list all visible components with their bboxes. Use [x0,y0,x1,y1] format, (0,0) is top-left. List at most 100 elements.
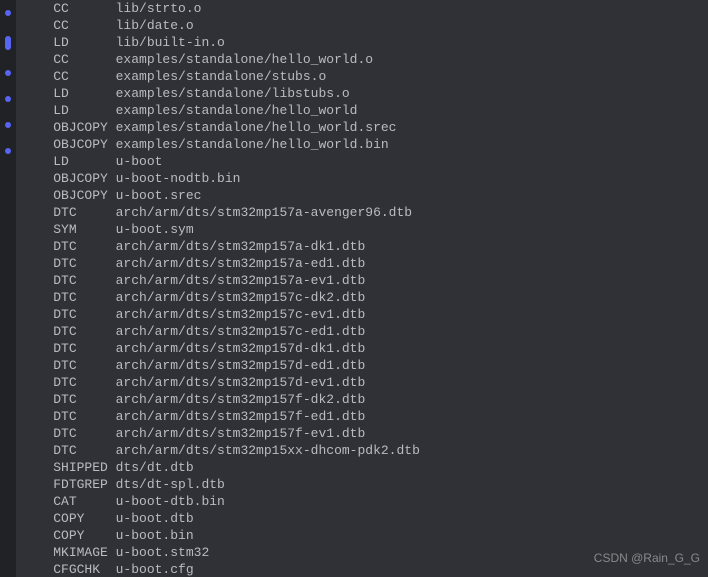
build-command: DTC [38,426,108,441]
build-command: DTC [38,205,108,220]
build-command: DTC [38,307,108,322]
build-output-line: DTC arch/arm/dts/stm32mp157a-avenger96.d… [22,204,708,221]
build-command: LD [38,86,108,101]
build-command: LD [38,154,108,169]
build-output-line: DTC arch/arm/dts/stm32mp157c-ed1.dtb [22,323,708,340]
build-command: CC [38,1,108,16]
build-file: arch/arm/dts/stm32mp15xx-dhcom-pdk2.dtb [108,443,420,458]
build-file: u-boot.stm32 [108,545,209,560]
build-file: lib/strto.o [108,1,202,16]
build-output-line: COPY u-boot.bin [22,527,708,544]
build-output-line: LD examples/standalone/libstubs.o [22,85,708,102]
build-output-line: CC examples/standalone/hello_world.o [22,51,708,68]
build-output-line: DTC arch/arm/dts/stm32mp157d-dk1.dtb [22,340,708,357]
build-file: arch/arm/dts/stm32mp157f-ev1.dtb [108,426,365,441]
build-file: arch/arm/dts/stm32mp157a-avenger96.dtb [108,205,412,220]
build-output-line: DTC arch/arm/dts/stm32mp157a-ed1.dtb [22,255,708,272]
build-output-line: DTC arch/arm/dts/stm32mp15xx-dhcom-pdk2.… [22,442,708,459]
build-command: COPY [38,528,108,543]
build-file: arch/arm/dts/stm32mp157a-ev1.dtb [108,273,365,288]
build-output-line: OBJCOPY examples/standalone/hello_world.… [22,119,708,136]
build-output-line: FDTGREP dts/dt-spl.dtb [22,476,708,493]
build-file: dts/dt.dtb [108,460,194,475]
build-command: OBJCOPY [38,120,108,135]
build-file: dts/dt-spl.dtb [108,477,225,492]
build-command: DTC [38,290,108,305]
build-file: examples/standalone/hello_world.srec [108,120,397,135]
build-file: u-boot.sym [108,222,194,237]
build-output-line: OBJCOPY u-boot-nodtb.bin [22,170,708,187]
build-command: DTC [38,324,108,339]
build-output-line: DTC arch/arm/dts/stm32mp157d-ed1.dtb [22,357,708,374]
build-command: COPY [38,511,108,526]
build-command: OBJCOPY [38,188,108,203]
build-output-line: LD lib/built-in.o [22,34,708,51]
server-indicator[interactable] [5,96,11,102]
build-file: arch/arm/dts/stm32mp157c-dk2.dtb [108,290,365,305]
build-file: examples/standalone/hello_world.o [108,52,373,67]
activity-sidebar [0,0,16,577]
build-file: examples/standalone/libstubs.o [108,86,350,101]
server-indicator-active[interactable] [5,36,11,50]
build-file: u-boot.dtb [108,511,194,526]
build-command: DTC [38,409,108,424]
build-output-line: COPY u-boot.dtb [22,510,708,527]
build-command: SHIPPED [38,460,108,475]
server-indicator[interactable] [5,122,11,128]
build-output-line: CC lib/date.o [22,17,708,34]
build-file: arch/arm/dts/stm32mp157f-ed1.dtb [108,409,365,424]
build-output-line: DTC arch/arm/dts/stm32mp157c-ev1.dtb [22,306,708,323]
build-output-line: LD examples/standalone/hello_world [22,102,708,119]
build-file: arch/arm/dts/stm32mp157d-ev1.dtb [108,375,365,390]
build-output-line: DTC arch/arm/dts/stm32mp157f-ev1.dtb [22,425,708,442]
build-file: arch/arm/dts/stm32mp157f-dk2.dtb [108,392,365,407]
build-file: examples/standalone/hello_world [108,103,358,118]
build-file: u-boot-nodtb.bin [108,171,241,186]
build-output-line: DTC arch/arm/dts/stm32mp157f-ed1.dtb [22,408,708,425]
build-command: DTC [38,392,108,407]
build-command: DTC [38,256,108,271]
build-output-line: CC lib/strto.o [22,0,708,17]
build-file: u-boot-dtb.bin [108,494,225,509]
build-file: arch/arm/dts/stm32mp157c-ev1.dtb [108,307,365,322]
build-command: OBJCOPY [38,171,108,186]
build-file: lib/date.o [108,18,194,33]
terminal-output[interactable]: CC lib/strto.o CC lib/date.o LD lib/buil… [16,0,708,577]
build-file: lib/built-in.o [108,35,225,50]
server-indicator[interactable] [5,10,11,16]
build-command: CC [38,18,108,33]
build-command: FDTGREP [38,477,108,492]
build-output-line: CAT u-boot-dtb.bin [22,493,708,510]
build-output-line: DTC arch/arm/dts/stm32mp157d-ev1.dtb [22,374,708,391]
build-command: OBJCOPY [38,137,108,152]
watermark-text: CSDN @Rain_G_G [594,551,700,565]
build-command: SYM [38,222,108,237]
build-command: DTC [38,273,108,288]
server-indicator[interactable] [5,148,11,154]
build-output-line: DTC arch/arm/dts/stm32mp157f-dk2.dtb [22,391,708,408]
build-command: CAT [38,494,108,509]
server-indicator[interactable] [5,70,11,76]
build-file: arch/arm/dts/stm32mp157d-dk1.dtb [108,341,365,356]
build-output-line: DTC arch/arm/dts/stm32mp157a-ev1.dtb [22,272,708,289]
build-file: arch/arm/dts/stm32mp157a-dk1.dtb [108,239,365,254]
build-command: CFGCHK [38,562,108,577]
build-output-line: DTC arch/arm/dts/stm32mp157c-dk2.dtb [22,289,708,306]
build-output-line: OBJCOPY examples/standalone/hello_world.… [22,136,708,153]
build-file: u-boot.cfg [108,562,194,577]
build-command: DTC [38,375,108,390]
build-file: arch/arm/dts/stm32mp157c-ed1.dtb [108,324,365,339]
build-command: LD [38,103,108,118]
build-file: u-boot.srec [108,188,202,203]
build-output-line: LD u-boot [22,153,708,170]
build-file: u-boot.bin [108,528,194,543]
build-command: LD [38,35,108,50]
build-output-line: SYM u-boot.sym [22,221,708,238]
build-command: CC [38,69,108,84]
build-file: examples/standalone/stubs.o [108,69,326,84]
build-command: DTC [38,341,108,356]
build-command: MKIMAGE [38,545,108,560]
build-file: arch/arm/dts/stm32mp157d-ed1.dtb [108,358,365,373]
build-output-line: SHIPPED dts/dt.dtb [22,459,708,476]
build-command: DTC [38,443,108,458]
